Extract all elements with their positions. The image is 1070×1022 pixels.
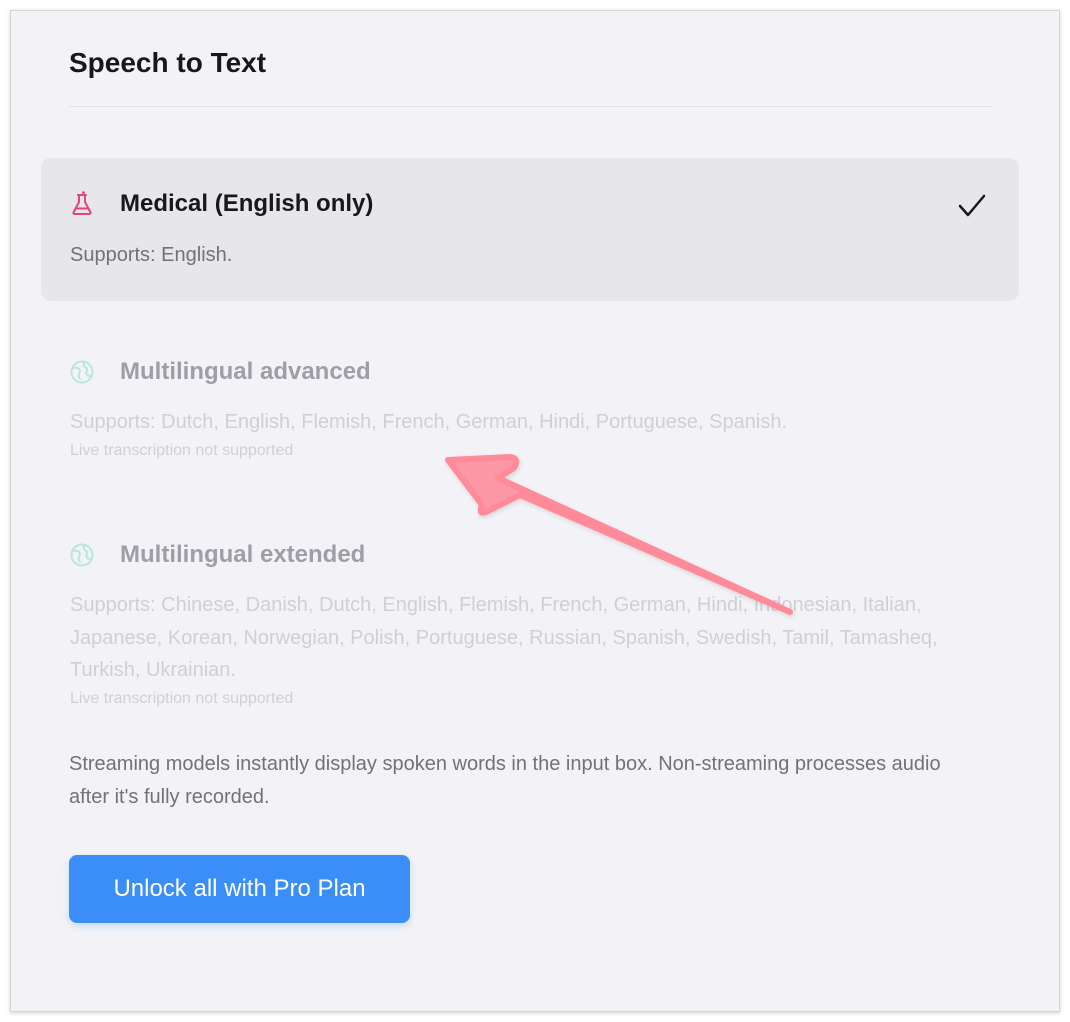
streaming-info-text: Streaming models instantly display spoke… <box>69 753 941 808</box>
option-supports: Supports: Dutch, English, Flemish, Frenc… <box>70 411 788 433</box>
option-medical[interactable]: Medical (English only) Supports: English… <box>41 158 1019 301</box>
option-multilingual-extended[interactable]: Multilingual extended Supports: Chinese,… <box>41 499 1019 707</box>
speech-to-text-panel: Speech to Text Medical (English only) Su… <box>10 10 1060 1012</box>
globe-icon <box>69 542 95 568</box>
globe-icon <box>69 359 95 385</box>
option-supports: Supports: English. <box>70 244 233 266</box>
page-title: Speech to Text <box>69 47 267 78</box>
unlock-pro-plan-button[interactable]: Unlock all with Pro Plan <box>69 855 410 923</box>
flask-icon <box>69 191 95 217</box>
option-supports: Supports: Chinese, Danish, Dutch, Englis… <box>70 594 938 681</box>
option-name: Medical (English only) <box>120 190 374 217</box>
option-note: Live transcription not supported <box>70 442 294 459</box>
option-note: Live transcription not supported <box>70 690 294 707</box>
option-name: Multilingual advanced <box>120 358 371 385</box>
checkmark-icon <box>957 193 987 219</box>
title-divider <box>69 106 993 107</box>
option-multilingual-advanced[interactable]: Multilingual advanced Supports: Dutch, E… <box>41 316 1019 466</box>
option-name: Multilingual extended <box>120 541 366 568</box>
